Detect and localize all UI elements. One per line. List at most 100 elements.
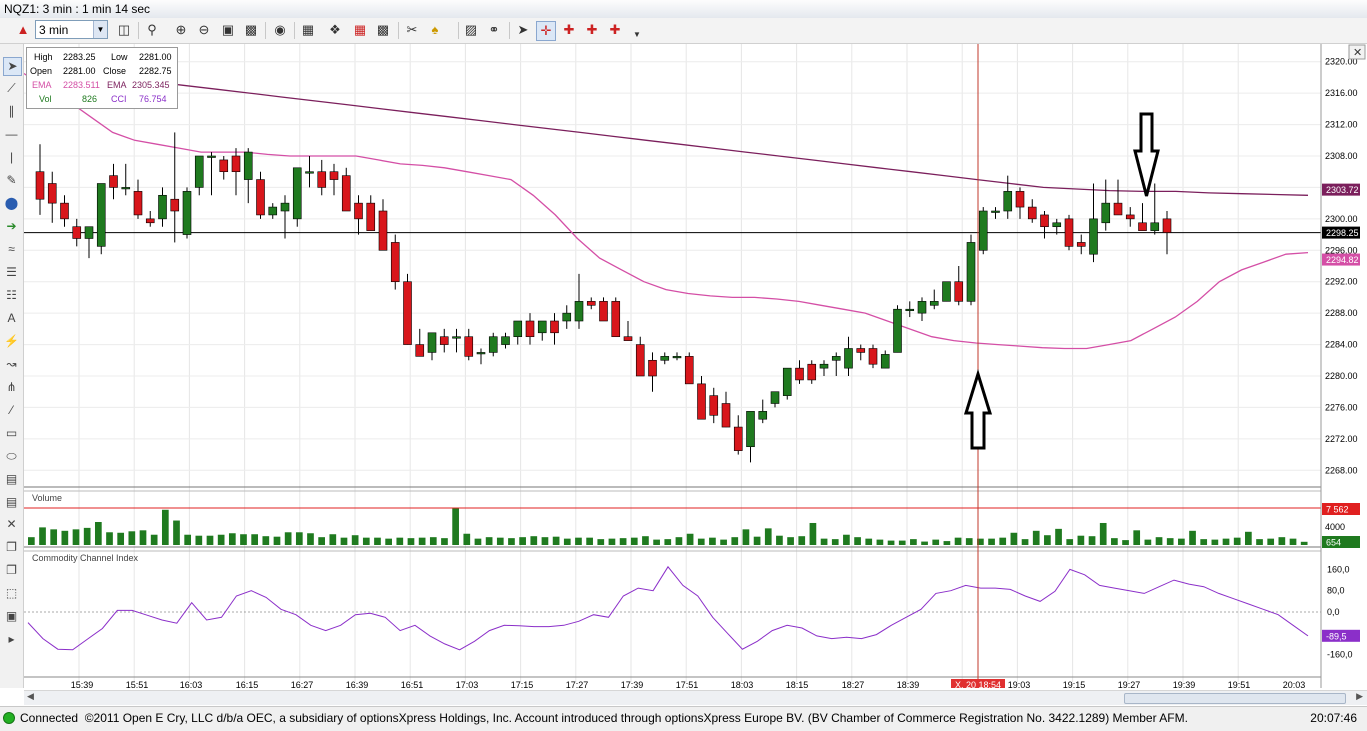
copy-drawing-icon[interactable]: ❐: [3, 539, 20, 556]
candle-body: [488, 336, 498, 353]
volume-bar: [128, 531, 136, 545]
crosshair-price-icon[interactable]: ✚: [560, 21, 578, 39]
volume-bar: [675, 537, 683, 545]
lock-icon[interactable]: ▣: [219, 21, 237, 39]
chart-type-icon[interactable]: ◫: [115, 21, 133, 39]
scrollbar-thumb[interactable]: [1124, 693, 1346, 704]
candle-body: [317, 171, 327, 188]
arrow-right-icon[interactable]: ➔: [3, 218, 20, 235]
zoom-out-icon[interactable]: ⊖: [195, 21, 213, 39]
time-tick-label: 16:15: [236, 680, 259, 688]
pointer-icon[interactable]: ➤: [514, 21, 532, 39]
eraser-icon[interactable]: ▤: [3, 471, 20, 488]
indicators-icon[interactable]: ▦: [299, 21, 317, 39]
candle-body: [684, 356, 694, 385]
scissors-icon[interactable]: ✂: [403, 21, 421, 39]
close-icon[interactable]: ✕: [1353, 47, 1362, 59]
gann-icon[interactable]: ↝: [3, 356, 20, 373]
bar-chart-icon[interactable]: ▩: [374, 21, 392, 39]
studies-icon[interactable]: ❖: [326, 21, 344, 39]
scroll-left-icon[interactable]: ◀: [27, 691, 34, 702]
volume-bar: [709, 537, 716, 545]
channel-icon[interactable]: ⁄: [3, 402, 20, 419]
select-tool-icon[interactable]: ➤: [3, 57, 22, 76]
price-chart[interactable]: 2320.002316.002312.002308.002304.002300.…: [24, 44, 1367, 688]
crosshair-full-icon[interactable]: ✚: [606, 21, 624, 39]
text-tool-icon[interactable]: A: [3, 310, 20, 327]
info-ema1-value: 2283.511: [63, 80, 100, 90]
parallel-lines-icon[interactable]: ∥: [3, 103, 20, 120]
lock-drawings-icon[interactable]: ▣: [3, 608, 20, 625]
timeframe-select[interactable]: 3 min ▼: [35, 20, 108, 39]
info-close-label: Close: [103, 66, 127, 76]
horizontal-line-icon[interactable]: —: [3, 126, 20, 143]
info-high-label: High: [34, 52, 53, 62]
volume-bar: [831, 539, 839, 545]
rectangle-icon[interactable]: ▭: [3, 425, 20, 442]
volume-bar: [1144, 539, 1152, 545]
candle-body: [672, 356, 682, 359]
pin-icon[interactable]: ▲: [14, 21, 32, 39]
volume-bar: [541, 537, 549, 545]
candle-body: [942, 281, 951, 302]
info-open-value: 2281.00: [63, 66, 96, 76]
volume-bar: [374, 537, 381, 545]
candle-body: [256, 179, 265, 216]
scroll-right-icon[interactable]: ▶: [1356, 691, 1363, 702]
volume-bar: [1278, 537, 1286, 545]
window-icon[interactable]: ▨: [462, 21, 480, 39]
ellipse-icon[interactable]: ⬭: [3, 448, 20, 465]
candle-body: [231, 155, 241, 173]
candle-body: [831, 356, 841, 361]
paste-drawing-icon[interactable]: ❐: [3, 562, 20, 579]
horizontal-scrollbar[interactable]: ◀ ▶: [24, 690, 1367, 705]
dashed-rect-icon[interactable]: ⬚: [3, 585, 20, 602]
volume-bar: [1245, 531, 1252, 545]
fib-icon[interactable]: ☰: [3, 264, 20, 281]
grid-icon[interactable]: ▦: [351, 21, 369, 39]
volume-bar: [653, 539, 660, 545]
volume-bar: [50, 529, 58, 545]
cci-tick-label: 0,0: [1327, 607, 1340, 617]
info-high-value: 2283.25: [63, 52, 96, 62]
fan-icon[interactable]: ⋔: [3, 379, 20, 396]
volume-bar: [1300, 541, 1308, 545]
volume-series: [24, 507, 1321, 545]
expand-panel-icon[interactable]: ▸: [3, 631, 20, 648]
wave-icon[interactable]: ≈: [3, 241, 20, 258]
crosshair-icon[interactable]: ✛: [536, 21, 556, 41]
alert-bell-icon[interactable]: ♠: [426, 21, 444, 39]
info-close-value: 2282.75: [139, 66, 172, 76]
ellipse-fill-icon[interactable]: ⬤: [3, 195, 20, 212]
volume-bar: [340, 537, 348, 545]
candle-body: [427, 332, 437, 353]
volume-bar: [563, 538, 571, 545]
drawing-tools-panel: ➤ ⟋ ∥ — | ✎ ⬤ ➔ ≈ ☰ ☷ A ⚡ ↝ ⋔ ⁄ ▭ ⬭ ▤ ▤ …: [0, 44, 24, 688]
fit-icon[interactable]: ▩: [242, 21, 260, 39]
volume-bar: [262, 536, 270, 545]
more-tools-icon[interactable]: ▼: [628, 26, 646, 44]
crosshair-time-icon[interactable]: ✚: [583, 21, 601, 39]
candle-body: [1076, 242, 1086, 247]
time-tick-label: 17:39: [621, 680, 644, 688]
zoom-menu-icon[interactable]: ⚲: [143, 21, 161, 39]
candle-body: [415, 344, 425, 357]
volume-bar: [485, 537, 493, 545]
fib-time-icon[interactable]: ☷: [3, 287, 20, 304]
chevron-down-icon[interactable]: ▼: [93, 21, 107, 38]
candle-body: [1113, 202, 1123, 216]
vertical-line-icon[interactable]: |: [3, 149, 20, 166]
zoom-in-icon[interactable]: ⊕: [172, 21, 190, 39]
delete-drawing-icon[interactable]: ✕: [3, 516, 20, 533]
line-tool-icon[interactable]: ⟋: [3, 80, 20, 97]
candle-body: [611, 301, 621, 338]
volume-bar: [776, 535, 783, 545]
template-icon[interactable]: ◉: [271, 21, 289, 39]
pitchfork-icon[interactable]: ⚡: [3, 333, 20, 350]
link-icon[interactable]: ⚭: [485, 21, 503, 39]
properties-icon[interactable]: ▤: [3, 494, 20, 511]
time-tick-label: 18:27: [842, 680, 865, 688]
volume-bar: [407, 538, 415, 545]
note-icon[interactable]: ✎: [3, 172, 20, 189]
volume-bar: [1200, 539, 1208, 545]
